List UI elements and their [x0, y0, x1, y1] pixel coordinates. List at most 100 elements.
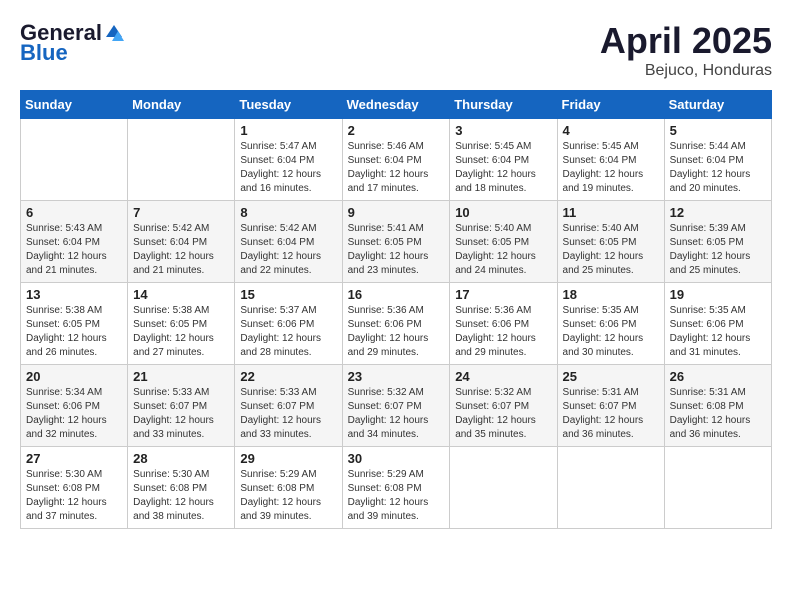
calendar-cell: 6 Sunrise: 5:43 AM Sunset: 6:04 PM Daylig…: [21, 201, 128, 283]
day-info: Sunrise: 5:30 AM Sunset: 6:08 PM Dayligh…: [133, 468, 229, 524]
header-day-thursday: Thursday: [450, 91, 557, 119]
calendar-cell: 10 Sunrise: 5:40 AM Sunset: 6:05 PM Dayli…: [450, 201, 557, 283]
day-number: 15: [240, 287, 336, 302]
header-day-sunday: Sunday: [21, 91, 128, 119]
calendar-title: April 2025: [600, 20, 772, 62]
day-number: 29: [240, 451, 336, 466]
calendar-cell: 24Sunrise: 5:32 AM Sunset: 6:07 PM Dayli…: [450, 365, 557, 447]
calendar-cell: [450, 447, 557, 529]
day-number: 25: [563, 369, 659, 384]
logo: General Blue: [20, 20, 124, 66]
day-number: 19: [670, 287, 766, 302]
week-row-5: 27 Sunrise: 5:30 AM Sunset: 6:08 PM Dayli…: [21, 447, 772, 529]
day-number: 26: [670, 369, 766, 384]
day-info: Sunrise: 5:39 AM Sunset: 6:05 PM Dayligh…: [670, 222, 766, 278]
calendar-cell: 13 Sunrise: 5:38 AM Sunset: 6:05 PM Dayli…: [21, 283, 128, 365]
calendar-cell: 18 Sunrise: 5:35 AM Sunset: 6:06 PM Dayli…: [557, 283, 664, 365]
day-number: 20: [26, 369, 122, 384]
day-info: Sunrise: 5:45 AM Sunset: 6:04 PM Dayligh…: [455, 140, 551, 196]
calendar-cell: 5Sunrise: 5:44 AM Sunset: 6:04 PM Daylig…: [664, 119, 771, 201]
day-info: Sunrise: 5:31 AM Sunset: 6:08 PM Dayligh…: [670, 386, 766, 442]
day-number: 23: [348, 369, 445, 384]
day-info: Sunrise: 5:33 AM Sunset: 6:07 PM Dayligh…: [133, 386, 229, 442]
day-info: Sunrise: 5:41 AM Sunset: 6:05 PM Dayligh…: [348, 222, 445, 278]
calendar-cell: 29 Sunrise: 5:29 AM Sunset: 6:08 PM Dayli…: [235, 447, 342, 529]
day-number: 11: [563, 205, 659, 220]
calendar-cell: 8Sunrise: 5:42 AM Sunset: 6:04 PM Daylig…: [235, 201, 342, 283]
day-info: Sunrise: 5:35 AM Sunset: 6:06 PM Dayligh…: [670, 304, 766, 360]
calendar-cell: 25 Sunrise: 5:31 AM Sunset: 6:07 PM Dayli…: [557, 365, 664, 447]
day-number: 10: [455, 205, 551, 220]
calendar-cell: 14Sunrise: 5:38 AM Sunset: 6:05 PM Dayli…: [128, 283, 235, 365]
day-info: Sunrise: 5:38 AM Sunset: 6:05 PM Dayligh…: [26, 304, 122, 360]
calendar-header-row: SundayMondayTuesdayWednesdayThursdayFrid…: [21, 91, 772, 119]
day-info: Sunrise: 5:37 AM Sunset: 6:06 PM Dayligh…: [240, 304, 336, 360]
day-number: 27: [26, 451, 122, 466]
header-day-monday: Monday: [128, 91, 235, 119]
day-number: 14: [133, 287, 229, 302]
day-number: 30: [348, 451, 445, 466]
day-info: Sunrise: 5:45 AM Sunset: 6:04 PM Dayligh…: [563, 140, 659, 196]
day-number: 4: [563, 123, 659, 138]
day-number: 18: [563, 287, 659, 302]
day-info: Sunrise: 5:42 AM Sunset: 6:04 PM Dayligh…: [133, 222, 229, 278]
calendar-cell: 4 Sunrise: 5:45 AM Sunset: 6:04 PM Daylig…: [557, 119, 664, 201]
calendar-cell: [21, 119, 128, 201]
day-number: 3: [455, 123, 551, 138]
day-info: Sunrise: 5:40 AM Sunset: 6:05 PM Dayligh…: [563, 222, 659, 278]
calendar-cell: [557, 447, 664, 529]
day-number: 2: [348, 123, 445, 138]
calendar-cell: [664, 447, 771, 529]
calendar-cell: [128, 119, 235, 201]
day-info: Sunrise: 5:29 AM Sunset: 6:08 PM Dayligh…: [348, 468, 445, 524]
day-info: Sunrise: 5:31 AM Sunset: 6:07 PM Dayligh…: [563, 386, 659, 442]
header-day-tuesday: Tuesday: [235, 91, 342, 119]
day-info: Sunrise: 5:46 AM Sunset: 6:04 PM Dayligh…: [348, 140, 445, 196]
week-row-2: 6 Sunrise: 5:43 AM Sunset: 6:04 PM Daylig…: [21, 201, 772, 283]
day-number: 17: [455, 287, 551, 302]
calendar-cell: 26 Sunrise: 5:31 AM Sunset: 6:08 PM Dayli…: [664, 365, 771, 447]
day-info: Sunrise: 5:40 AM Sunset: 6:05 PM Dayligh…: [455, 222, 551, 278]
day-number: 21: [133, 369, 229, 384]
day-info: Sunrise: 5:33 AM Sunset: 6:07 PM Dayligh…: [240, 386, 336, 442]
day-info: Sunrise: 5:34 AM Sunset: 6:06 PM Dayligh…: [26, 386, 122, 442]
logo-icon: [104, 23, 124, 43]
day-info: Sunrise: 5:29 AM Sunset: 6:08 PM Dayligh…: [240, 468, 336, 524]
day-number: 9: [348, 205, 445, 220]
header-day-saturday: Saturday: [664, 91, 771, 119]
calendar-cell: 23 Sunrise: 5:32 AM Sunset: 6:07 PM Dayli…: [342, 365, 450, 447]
calendar-cell: 16Sunrise: 5:36 AM Sunset: 6:06 PM Dayli…: [342, 283, 450, 365]
day-number: 1: [240, 123, 336, 138]
logo-blue-text: Blue: [20, 40, 68, 66]
day-number: 22: [240, 369, 336, 384]
week-row-1: 1 Sunrise: 5:47 AM Sunset: 6:04 PM Daylig…: [21, 119, 772, 201]
title-block: April 2025 Bejuco, Honduras: [600, 20, 772, 80]
calendar-cell: 17 Sunrise: 5:36 AM Sunset: 6:06 PM Dayli…: [450, 283, 557, 365]
day-number: 6: [26, 205, 122, 220]
page-header: General Blue April 2025 Bejuco, Honduras: [20, 20, 772, 80]
day-number: 7: [133, 205, 229, 220]
day-info: Sunrise: 5:36 AM Sunset: 6:06 PM Dayligh…: [455, 304, 551, 360]
calendar-cell: 19 Sunrise: 5:35 AM Sunset: 6:06 PM Dayli…: [664, 283, 771, 365]
day-number: 5: [670, 123, 766, 138]
day-number: 8: [240, 205, 336, 220]
header-day-wednesday: Wednesday: [342, 91, 450, 119]
calendar-cell: 28 Sunrise: 5:30 AM Sunset: 6:08 PM Dayli…: [128, 447, 235, 529]
calendar-location: Bejuco, Honduras: [600, 62, 772, 80]
calendar-cell: 30 Sunrise: 5:29 AM Sunset: 6:08 PM Dayli…: [342, 447, 450, 529]
calendar-cell: 27Sunrise: 5:30 AM Sunset: 6:08 PM Dayli…: [21, 447, 128, 529]
calendar-cell: 3 Sunrise: 5:45 AM Sunset: 6:04 PM Daylig…: [450, 119, 557, 201]
week-row-3: 13 Sunrise: 5:38 AM Sunset: 6:05 PM Dayli…: [21, 283, 772, 365]
calendar-cell: 2 Sunrise: 5:46 AM Sunset: 6:04 PM Daylig…: [342, 119, 450, 201]
calendar-cell: 22 Sunrise: 5:33 AM Sunset: 6:07 PM Dayli…: [235, 365, 342, 447]
calendar-cell: 9 Sunrise: 5:41 AM Sunset: 6:05 PM Daylig…: [342, 201, 450, 283]
day-info: Sunrise: 5:47 AM Sunset: 6:04 PM Dayligh…: [240, 140, 336, 196]
calendar-table: SundayMondayTuesdayWednesdayThursdayFrid…: [20, 90, 772, 529]
day-info: Sunrise: 5:32 AM Sunset: 6:07 PM Dayligh…: [348, 386, 445, 442]
day-number: 28: [133, 451, 229, 466]
day-number: 13: [26, 287, 122, 302]
header-day-friday: Friday: [557, 91, 664, 119]
day-info: Sunrise: 5:43 AM Sunset: 6:04 PM Dayligh…: [26, 222, 122, 278]
calendar-cell: 7 Sunrise: 5:42 AM Sunset: 6:04 PM Daylig…: [128, 201, 235, 283]
day-info: Sunrise: 5:35 AM Sunset: 6:06 PM Dayligh…: [563, 304, 659, 360]
